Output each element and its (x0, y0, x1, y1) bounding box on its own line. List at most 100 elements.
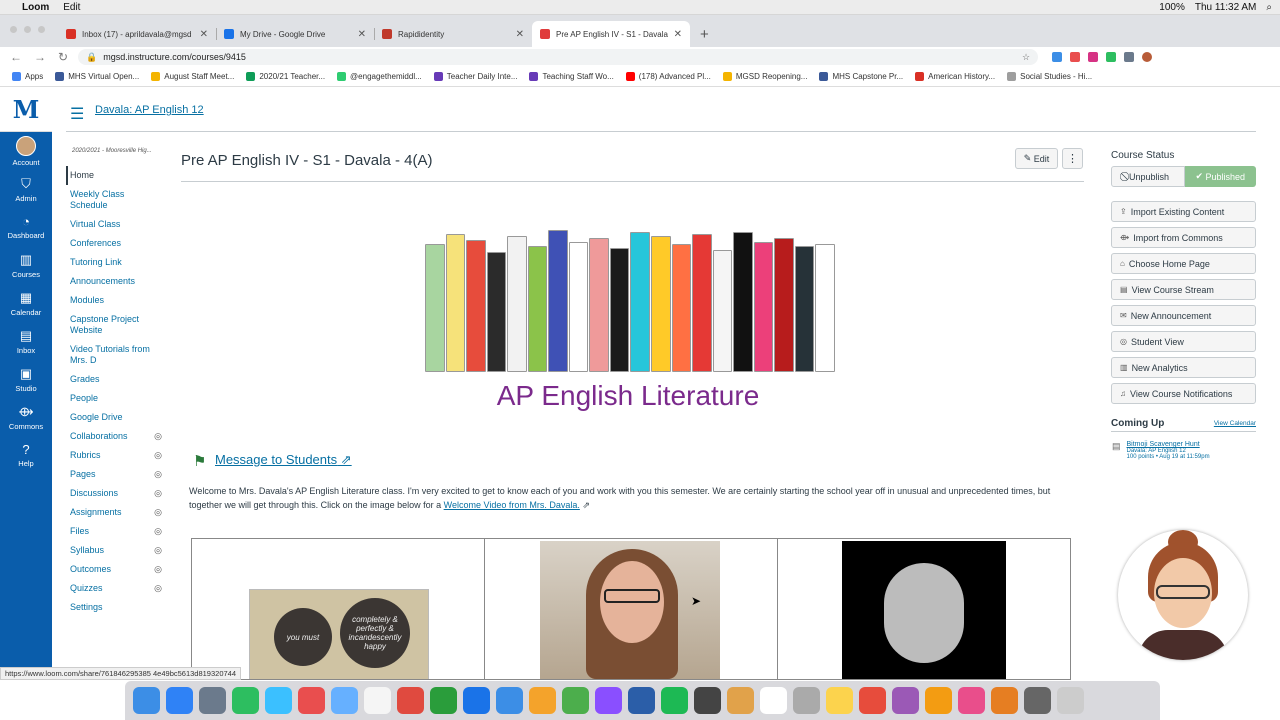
dock-app-icon[interactable] (529, 687, 556, 714)
dock-app-icon[interactable] (331, 687, 358, 714)
global-nav-calendar[interactable]: ▦ Calendar (0, 284, 52, 322)
action-button[interactable]: ▤ View Course Stream (1111, 279, 1256, 300)
dock-app-icon[interactable] (298, 687, 325, 714)
browser-tab[interactable]: Inbox (17) - aprildavala@mgsd ✕ (58, 21, 216, 47)
dock-app-icon[interactable] (595, 687, 622, 714)
dock-app-icon[interactable] (727, 687, 754, 714)
edit-button[interactable]: ✎ Edit (1015, 148, 1058, 169)
welcome-video-link[interactable]: Welcome Video from Mrs. Davala. (444, 500, 580, 510)
course-nav-item[interactable]: Syllabus ◎ (66, 541, 162, 560)
bookmark-item[interactable]: Teaching Staff Wo... (529, 72, 614, 81)
course-nav-item[interactable]: Outcomes ◎ (66, 560, 162, 579)
action-button[interactable]: ⌂ Choose Home Page (1111, 253, 1256, 274)
course-nav-item[interactable]: Weekly Class Schedule (66, 185, 158, 215)
event-title[interactable]: Bitmoji Scavenger Hunt (1127, 441, 1210, 448)
dock-app-icon[interactable] (925, 687, 952, 714)
bookmark-item[interactable]: American History... (915, 72, 995, 81)
course-nav-item[interactable]: Modules (66, 291, 158, 310)
profile-avatar[interactable] (1142, 52, 1153, 62)
dock-app-icon[interactable] (430, 687, 457, 714)
browser-tab[interactable]: Rapididentity ✕ (374, 21, 532, 47)
dock-app-icon[interactable] (1057, 687, 1084, 714)
action-button[interactable]: ▥ New Analytics (1111, 357, 1256, 378)
action-button[interactable]: ◎ Student View (1111, 331, 1256, 352)
published-button[interactable]: ✔ Published (1184, 166, 1256, 187)
dock-app-icon[interactable] (826, 687, 853, 714)
global-nav-courses[interactable]: ▥ Courses (0, 246, 52, 284)
coming-up-event[interactable]: ▤ Bitmoji Scavenger Hunt Davala: AP Engl… (1112, 441, 1257, 460)
bookmark-item[interactable]: Apps (12, 72, 43, 81)
course-nav-item[interactable]: Discussions ◎ (66, 484, 162, 503)
menu-app-name[interactable]: Loom (22, 2, 49, 13)
course-nav-item[interactable]: People (66, 389, 158, 408)
dock-app-icon[interactable] (760, 687, 787, 714)
url-field[interactable]: 🔒 mgsd.instructure.com/courses/9415 ☆ (78, 49, 1039, 65)
global-nav-dashboard[interactable]: ◔ Dashboard (0, 208, 52, 246)
extension-icon[interactable] (1124, 52, 1135, 62)
dock-app-icon[interactable] (793, 687, 820, 714)
hamburger-icon[interactable]: ☰ (70, 104, 84, 124)
dock-app-icon[interactable] (694, 687, 721, 714)
course-nav-item[interactable]: Rubrics ◎ (66, 446, 162, 465)
view-calendar-link[interactable]: View Calendar (1214, 420, 1256, 427)
course-nav-item[interactable]: Capstone Project Website (66, 310, 158, 340)
dock-app-icon[interactable] (133, 687, 160, 714)
course-nav-item[interactable]: Conferences (66, 234, 158, 253)
course-nav-item[interactable]: Files ◎ (66, 522, 162, 541)
dock-app-icon[interactable] (1024, 687, 1051, 714)
course-nav-item[interactable]: Tutoring Link (66, 253, 158, 272)
loom-webcam-bubble[interactable] (1118, 530, 1248, 660)
dock-app-icon[interactable] (991, 687, 1018, 714)
new-tab-icon[interactable]: + (700, 26, 709, 43)
message-to-students-link[interactable]: Message to Students ⇗ (215, 452, 352, 468)
course-nav-item[interactable]: Video Tutorials from Mrs. D (66, 340, 158, 370)
quote-image[interactable]: you must completely & perfectly & incand… (249, 589, 429, 679)
bookmark-item[interactable]: MGSD Reopening... (722, 72, 807, 81)
menu-edit[interactable]: Edit (63, 2, 80, 13)
global-nav-account[interactable]: Account (0, 132, 52, 170)
dock-app-icon[interactable] (463, 687, 490, 714)
close-icon[interactable]: ✕ (674, 29, 682, 40)
window-controls[interactable] (10, 26, 45, 33)
course-nav-item[interactable]: Home (66, 166, 158, 185)
action-button[interactable]: ♫ View Course Notifications (1111, 383, 1256, 404)
shakespeare-image[interactable] (842, 541, 1006, 679)
forward-icon[interactable]: → (34, 50, 46, 64)
action-button[interactable]: ✉ New Announcement (1111, 305, 1256, 326)
close-icon[interactable]: ✕ (358, 29, 366, 40)
browser-tab[interactable]: Pre AP English IV - S1 - Davala ✕ (532, 21, 690, 47)
books-image[interactable] (425, 230, 835, 372)
close-icon[interactable]: ✕ (200, 29, 208, 40)
dock-app-icon[interactable] (397, 687, 424, 714)
global-nav-inbox[interactable]: ▤ Inbox (0, 322, 52, 360)
course-nav-item[interactable]: Announcements (66, 272, 158, 291)
dock-app-icon[interactable] (199, 687, 226, 714)
action-button[interactable]: ⇪ Import Existing Content (1111, 201, 1256, 222)
browser-tab[interactable]: My Drive - Google Drive ✕ (216, 21, 374, 47)
bookmark-item[interactable]: Teacher Daily Inte... (433, 72, 517, 81)
bookmark-item[interactable]: MHS Capstone Pr... (819, 72, 903, 81)
dock-app-icon[interactable] (265, 687, 292, 714)
global-nav-admin[interactable]: ⛉ Admin (0, 170, 52, 208)
dock-app-icon[interactable] (628, 687, 655, 714)
breadcrumb-course[interactable]: Davala: AP English 12 (95, 104, 204, 116)
course-nav-item[interactable]: Google Drive (66, 408, 158, 427)
dock-app-icon[interactable] (892, 687, 919, 714)
close-icon[interactable]: ✕ (516, 29, 524, 40)
school-logo[interactable]: M (0, 88, 52, 132)
bookmark-item[interactable]: 2020/21 Teacher... (246, 72, 325, 81)
global-nav-commons[interactable]: ⟴ Commons (0, 398, 52, 436)
course-nav-item[interactable]: Grades (66, 370, 158, 389)
extension-icon[interactable] (1088, 52, 1099, 62)
extension-icon[interactable] (1070, 52, 1081, 62)
action-button[interactable]: ⟴ Import from Commons (1111, 227, 1256, 248)
bookmark-item[interactable]: August Staff Meet... (151, 72, 234, 81)
back-icon[interactable]: ← (10, 50, 22, 64)
bookmark-item[interactable]: MHS Virtual Open... (55, 72, 139, 81)
course-nav-item[interactable]: Collaborations ◎ (66, 427, 162, 446)
more-options-icon[interactable]: ⋮ (1062, 148, 1083, 169)
dock-app-icon[interactable] (496, 687, 523, 714)
reload-icon[interactable]: ↻ (58, 50, 68, 64)
star-icon[interactable]: ☆ (1022, 52, 1030, 63)
course-nav-item[interactable]: Virtual Class (66, 215, 158, 234)
